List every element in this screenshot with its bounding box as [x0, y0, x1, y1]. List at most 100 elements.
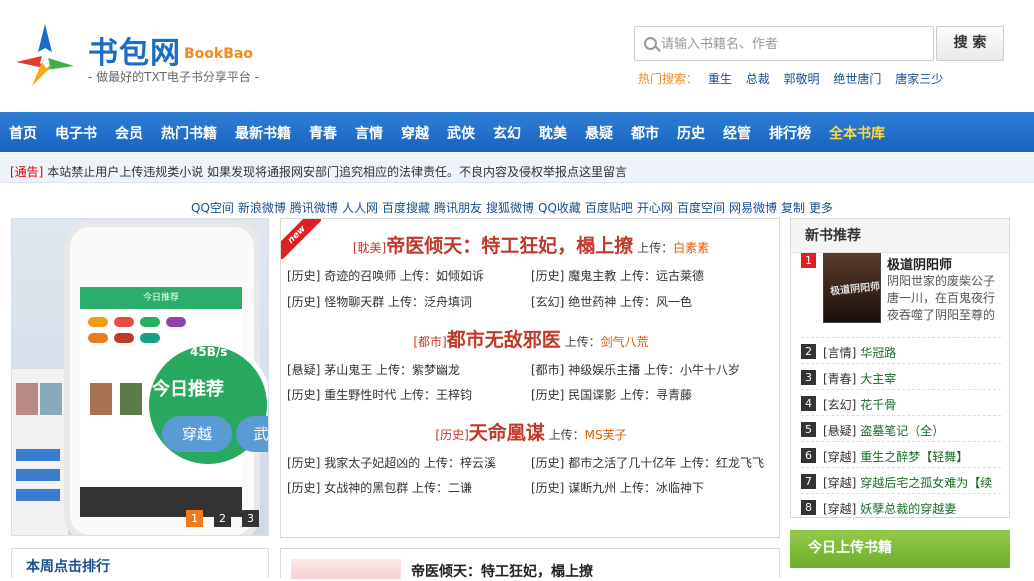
- headline-author[interactable]: 白素素: [673, 241, 709, 255]
- headline-title[interactable]: 天命凰谋: [469, 422, 545, 444]
- nav-item-home[interactable]: 首页: [0, 112, 46, 152]
- share-link[interactable]: 人人网: [342, 201, 378, 215]
- rank-row[interactable]: 6 [穿越] 重生之醉梦【轻舞】: [801, 441, 1001, 467]
- rank-title[interactable]: 重生之醉梦【轻舞】: [856, 450, 968, 464]
- book-item[interactable]: [悬疑] 茅山鬼王 上传：紫梦幽龙: [287, 361, 460, 378]
- rank-row[interactable]: 7 [穿越] 穿越后宅之孤女难为【续: [801, 467, 1001, 493]
- book-item[interactable]: [历史] 重生野性时代 上传：王梓钧: [287, 386, 472, 403]
- item-uploader[interactable]: 红龙飞飞: [716, 456, 764, 470]
- nav-item-ranking[interactable]: 排行榜: [760, 112, 820, 152]
- book-item[interactable]: [历史] 女战神的黑包群 上传：二谦: [287, 479, 472, 496]
- book-item[interactable]: [历史] 民国谍影 上传：寻青藤: [531, 386, 692, 403]
- slider-dot[interactable]: 1: [186, 510, 203, 527]
- headline[interactable]: [耽美]帝医倾天：特工狂妃，榻上撩 上传：白素素: [281, 231, 781, 258]
- notice-text[interactable]: [通告] 本站禁止用户上传违规类小说 如果发现将通报网安部门追究相应的法律责任。…: [10, 163, 627, 180]
- headline[interactable]: [历史]天命凰谋 上传：MS芙子: [281, 418, 781, 445]
- item-name[interactable]: 魔鬼主教: [568, 269, 616, 283]
- rank-title[interactable]: 盗墓笔记（全）: [856, 424, 944, 438]
- nav-item-urban[interactable]: 都市: [622, 112, 668, 152]
- book-item[interactable]: [都市] 神级娱乐主播 上传：小牛十八岁: [531, 361, 740, 378]
- share-link[interactable]: 新浪微博: [238, 201, 286, 215]
- book-item[interactable]: [历史] 都市之活了几十亿年 上传：红龙飞飞: [531, 454, 764, 471]
- weekly-ranking-title[interactable]: 本周点击排行: [26, 556, 110, 576]
- item-name[interactable]: 我家太子妃超凶的: [324, 456, 420, 470]
- share-link[interactable]: 开心网: [637, 201, 673, 215]
- item-uploader[interactable]: 二谦: [448, 481, 472, 495]
- item-uploader[interactable]: 如倾如诉: [436, 269, 484, 283]
- item-name[interactable]: 女战神的黑包群: [324, 481, 408, 495]
- nav-item-hot[interactable]: 热门书籍: [152, 112, 226, 152]
- rank-row[interactable]: 2 [言情] 华冠路: [801, 337, 1001, 363]
- hot-term[interactable]: 郭敬明: [784, 72, 820, 86]
- item-name[interactable]: 神级娱乐主播: [568, 363, 640, 377]
- nav-item-new[interactable]: 最新书籍: [226, 112, 300, 152]
- share-link[interactable]: QQ收藏: [538, 201, 581, 215]
- hot-term[interactable]: 绝世唐门: [833, 72, 881, 86]
- headline-title[interactable]: 帝医倾天：特工狂妃，榻上撩: [386, 235, 633, 257]
- hot-term[interactable]: 总裁: [746, 72, 770, 86]
- item-name[interactable]: 民国谍影: [568, 388, 616, 402]
- nav-item-romance[interactable]: 言情: [346, 112, 392, 152]
- item-uploader[interactable]: 风一色: [656, 295, 692, 309]
- nav-item-suspense[interactable]: 悬疑: [576, 112, 622, 152]
- share-link[interactable]: 腾讯微博: [290, 201, 338, 215]
- bottom-featured-title[interactable]: 帝医倾天：特工狂妃，榻上撩: [411, 561, 593, 581]
- share-link[interactable]: 网易微博: [729, 201, 777, 215]
- featured-title[interactable]: 极道阴阳师: [887, 254, 952, 273]
- book-item[interactable]: [历史] 魔鬼主教 上传：远古莱德: [531, 267, 704, 284]
- headline[interactable]: [都市]都市无敌邪医 上传：剑气八荒: [281, 325, 781, 352]
- item-name[interactable]: 谋断九州: [568, 481, 616, 495]
- bottom-thumb[interactable]: [291, 559, 401, 579]
- nav-item-business[interactable]: 经管: [714, 112, 760, 152]
- book-item[interactable]: [历史] 奇迹的召唤师 上传：如倾如诉: [287, 267, 484, 284]
- item-uploader[interactable]: 寻青藤: [656, 388, 692, 402]
- book-item[interactable]: [历史] 怪物聊天群 上传：泛舟填词: [287, 293, 472, 310]
- item-name[interactable]: 重生野性时代: [324, 388, 396, 402]
- item-name[interactable]: 绝世药神: [568, 295, 616, 309]
- share-link[interactable]: 百度搜藏: [382, 201, 430, 215]
- logo-text[interactable]: 书包网: [88, 28, 181, 72]
- slider-dot[interactable]: 2: [214, 510, 231, 527]
- item-uploader[interactable]: 远古莱德: [656, 269, 704, 283]
- nav-item-youth[interactable]: 青春: [300, 112, 346, 152]
- item-uploader[interactable]: 紫梦幽龙: [412, 363, 460, 377]
- featured-cover[interactable]: 极道阴阳师: [823, 253, 881, 323]
- rank-row[interactable]: 8 [穿越] 妖孽总裁的穿越妻: [801, 493, 1001, 519]
- rank-title[interactable]: 穿越后宅之孤女难为【续: [856, 476, 992, 490]
- today-upload-title[interactable]: 今日上传书籍: [790, 530, 1010, 568]
- nav-item-history[interactable]: 历史: [668, 112, 714, 152]
- book-item[interactable]: [历史] 谋断九州 上传：冰临神下: [531, 479, 704, 496]
- promo-slider[interactable]: 今日推荐 45B/s 今日推荐 穿越 武: [11, 218, 269, 536]
- share-link[interactable]: 百度贴吧: [585, 201, 633, 215]
- share-link[interactable]: 更多: [809, 201, 833, 215]
- share-link[interactable]: 腾讯朋友: [434, 201, 482, 215]
- headline-author[interactable]: MS芙子: [585, 428, 627, 442]
- headline-author[interactable]: 剑气八荒: [601, 335, 649, 349]
- rank-title[interactable]: 大主宰: [856, 372, 896, 386]
- nav-item-fullbooks[interactable]: 全本书库: [820, 112, 894, 152]
- rank-row[interactable]: 3 [青春] 大主宰: [801, 363, 1001, 389]
- rank-row[interactable]: 4 [玄幻] 花千骨: [801, 389, 1001, 415]
- share-link[interactable]: 复制: [781, 201, 805, 215]
- rank-row[interactable]: 5 [悬疑] 盗墓笔记（全）: [801, 415, 1001, 441]
- item-uploader[interactable]: 冰临神下: [656, 481, 704, 495]
- nav-item-ebook[interactable]: 电子书: [46, 112, 106, 152]
- nav-item-wuxia[interactable]: 武侠: [438, 112, 484, 152]
- book-item[interactable]: [历史] 我家太子妃超凶的 上传：梓云溪: [287, 454, 496, 471]
- hot-term[interactable]: 重生: [708, 72, 732, 86]
- nav-item-danmei[interactable]: 耽美: [530, 112, 576, 152]
- rank-title[interactable]: 妖孽总裁的穿越妻: [856, 502, 956, 516]
- headline-title[interactable]: 都市无敌邪医: [447, 329, 561, 351]
- item-uploader[interactable]: 梓云溪: [460, 456, 496, 470]
- share-link[interactable]: 百度空间: [677, 201, 725, 215]
- share-link[interactable]: 搜狐微博: [486, 201, 534, 215]
- slider-dot[interactable]: 3: [242, 510, 259, 527]
- book-item[interactable]: [玄幻] 绝世药神 上传：风一色: [531, 293, 692, 310]
- item-uploader[interactable]: 泛舟填词: [424, 295, 472, 309]
- share-link[interactable]: QQ空间: [191, 201, 234, 215]
- nav-item-member[interactable]: 会员: [106, 112, 152, 152]
- rank-title[interactable]: 花千骨: [856, 398, 896, 412]
- item-uploader[interactable]: 王梓钧: [436, 388, 472, 402]
- nav-item-timetravel[interactable]: 穿越: [392, 112, 438, 152]
- rank-title[interactable]: 华冠路: [856, 346, 896, 360]
